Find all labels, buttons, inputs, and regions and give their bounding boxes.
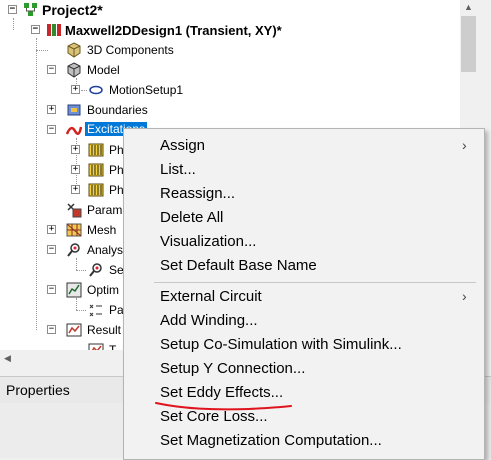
tree-label: Se — [109, 263, 124, 277]
expand-icon[interactable]: + — [71, 145, 80, 154]
design-icon — [46, 22, 62, 38]
menu-item-list[interactable]: List... — [160, 161, 196, 178]
collapse-icon[interactable]: − — [47, 285, 56, 294]
optimetrics-icon — [66, 282, 82, 298]
properties-title: Properties — [6, 382, 70, 398]
expand-icon[interactable]: + — [71, 165, 80, 174]
components-icon — [66, 42, 82, 58]
tree-item-model[interactable]: − Model — [0, 60, 460, 80]
report-icon — [88, 342, 104, 350]
boundaries-icon — [66, 102, 82, 118]
parameters-icon — [66, 202, 82, 218]
tree-line — [76, 310, 86, 311]
expand-icon[interactable]: + — [71, 185, 80, 194]
winding-icon — [88, 182, 104, 198]
menu-separator — [154, 282, 476, 283]
menu-item-setup-y-connection[interactable]: Setup Y Connection... — [160, 360, 305, 377]
menu-item-assign[interactable]: Assign — [160, 137, 205, 154]
menu-item-delete-all[interactable]: Delete All — [160, 209, 223, 226]
tree-label: MotionSetup1 — [109, 83, 184, 97]
menu-item-visualization[interactable]: Visualization... — [160, 233, 256, 250]
submenu-arrow-icon: › — [462, 137, 467, 153]
menu-item-add-winding[interactable]: Add Winding... — [160, 312, 258, 329]
tree-label: Pa — [109, 303, 124, 317]
tree-label: Mesh — [87, 223, 117, 237]
tree-label: Analys — [87, 243, 124, 257]
menu-item-set-magnetization-computation[interactable]: Set Magnetization Computation... — [160, 432, 382, 449]
tree-item-3d-components[interactable]: 3D Components — [0, 40, 460, 60]
red-underline-annotation — [155, 402, 292, 411]
tree-label: T — [109, 343, 117, 350]
tree-label: Param — [87, 203, 123, 217]
scrollbar-thumb[interactable] — [461, 16, 476, 72]
tree-label: 3D Components — [87, 43, 174, 57]
menu-item-set-default-base-name[interactable]: Set Default Base Name — [160, 257, 317, 274]
collapse-icon[interactable]: − — [47, 325, 56, 334]
submenu-arrow-icon: › — [462, 288, 467, 304]
menu-item-reassign[interactable]: Reassign... — [160, 185, 235, 202]
tree-item-motion-setup[interactable]: + MotionSetup1 — [0, 80, 460, 100]
collapse-icon[interactable]: − — [47, 125, 56, 134]
tree-label: Result — [87, 323, 122, 337]
winding-icon — [88, 142, 104, 158]
scroll-left-icon[interactable]: ◀ — [4, 353, 11, 364]
menu-item-set-eddy-effects[interactable]: Set Eddy Effects... — [160, 384, 283, 401]
collapse-icon[interactable]: − — [47, 245, 56, 254]
model-icon — [66, 62, 82, 78]
tree-label: Ph — [109, 183, 124, 197]
excitations-icon — [65, 122, 83, 138]
expand-icon[interactable]: + — [71, 85, 80, 94]
setup-icon — [88, 262, 104, 278]
design-name: Maxwell2DDesign1 (Transient, XY)* — [65, 23, 282, 38]
project-name: Project2* — [42, 2, 103, 18]
tree-label: Ph — [109, 143, 124, 157]
winding-icon — [88, 162, 104, 178]
tree-item-boundaries[interactable]: + Boundaries — [0, 100, 460, 120]
scroll-up-icon[interactable]: ▲ — [464, 2, 473, 12]
analysis-icon — [66, 242, 82, 258]
parametric-icon — [88, 302, 104, 318]
tree-label: Model — [87, 63, 120, 77]
menu-item-setup-co-simulation[interactable]: Setup Co-Simulation with Simulink... — [160, 336, 402, 353]
tree-label: Boundaries — [87, 103, 148, 117]
collapse-icon[interactable]: − — [47, 65, 56, 74]
tree-line — [81, 90, 87, 91]
collapse-icon[interactable]: − — [31, 25, 40, 34]
tree-label: Optim — [87, 283, 120, 297]
tree-item-design[interactable]: − Maxwell2DDesign1 (Transient, XY)* — [0, 20, 460, 40]
expand-icon[interactable]: + — [47, 105, 56, 114]
tree-label: Ph — [109, 163, 124, 177]
mesh-icon — [66, 222, 82, 238]
tree-item-project[interactable]: − Project2* — [0, 0, 460, 20]
collapse-icon[interactable]: − — [8, 5, 17, 14]
results-icon — [66, 322, 82, 338]
project-icon — [23, 2, 39, 18]
motion-icon — [88, 82, 104, 98]
menu-item-external-circuit[interactable]: External Circuit — [160, 288, 262, 305]
expand-icon[interactable]: + — [47, 225, 56, 234]
tree-line — [76, 270, 86, 271]
